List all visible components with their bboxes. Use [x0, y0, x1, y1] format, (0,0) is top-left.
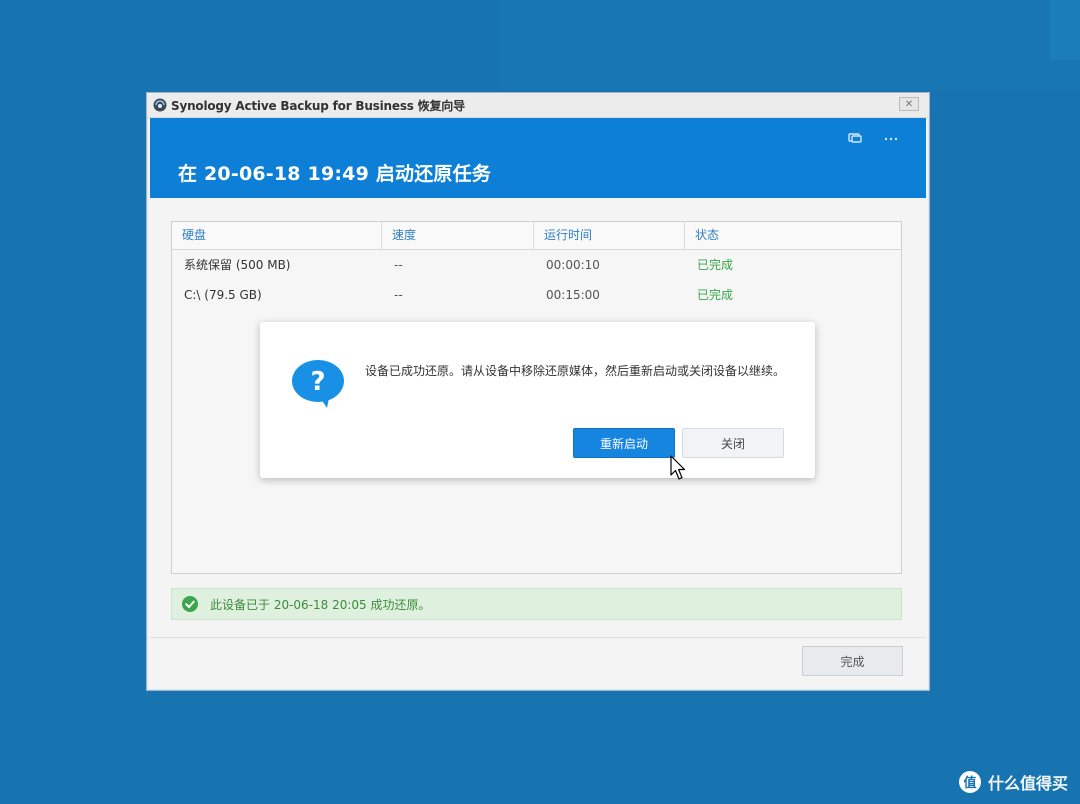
close-icon: ✕: [904, 98, 914, 110]
speed-cell: --: [394, 258, 403, 272]
table-row[interactable]: C:\ (79.5 GB) -- 00:15:00 已完成: [172, 280, 901, 310]
feedback-icon[interactable]: [848, 133, 862, 145]
svg-text:?: ?: [310, 367, 325, 397]
dialog-message: 设备已成功还原。请从设备中移除还原媒体，然后重新启动或关闭设备以继续。: [365, 364, 786, 378]
success-message: 此设备已于 20-06-18 20:05 成功还原。: [210, 597, 431, 612]
task-title: 在 20-06-18 19:49 启动还原任务: [178, 163, 492, 185]
speed-cell: --: [394, 288, 403, 302]
wizard-header: 在 20-06-18 19:49 启动还原任务: [150, 118, 926, 198]
app-logo-icon: [153, 98, 167, 112]
column-header-speed[interactable]: 速度: [382, 222, 534, 249]
runtime-cell: 00:15:00: [546, 288, 600, 302]
restore-complete-dialog: ? 设备已成功还原。请从设备中移除还原媒体，然后重新启动或关闭设备以继续。 重新…: [260, 322, 815, 478]
footer-divider: [150, 637, 926, 638]
column-header-disk[interactable]: 硬盘: [172, 222, 382, 249]
title-bar: Synology Active Backup for Business 恢复向导…: [147, 93, 929, 118]
runtime-cell: 00:00:10: [546, 258, 600, 272]
desktop-band: [1050, 0, 1080, 60]
svg-text:值: 值: [963, 775, 976, 791]
mouse-pointer-icon: [670, 455, 686, 480]
watermark-logo-icon: 值: [958, 771, 981, 793]
done-button[interactable]: 完成: [802, 646, 903, 676]
question-icon: ?: [292, 360, 344, 408]
close-window-button[interactable]: ✕: [899, 97, 919, 111]
watermark-text: 什么值得买: [987, 774, 1068, 793]
column-header-status[interactable]: 状态: [685, 222, 901, 249]
desktop-band: [500, 0, 1080, 90]
window-title: Synology Active Backup for Business 恢复向导: [171, 98, 465, 113]
close-button[interactable]: 关闭: [682, 428, 784, 458]
status-cell: 已完成: [697, 288, 734, 302]
watermark: 值 什么值得买: [958, 770, 1068, 794]
restart-button[interactable]: 重新启动: [573, 428, 675, 458]
status-cell: 已完成: [697, 258, 734, 272]
disk-cell: 系统保留 (500 MB): [184, 258, 291, 272]
table-header: 硬盘 速度 运行时间 状态: [172, 222, 901, 250]
column-header-runtime[interactable]: 运行时间: [534, 222, 685, 249]
restore-success-banner: 此设备已于 20-06-18 20:05 成功还原。: [171, 588, 902, 620]
disk-cell: C:\ (79.5 GB): [184, 288, 262, 302]
success-check-icon: [182, 596, 198, 612]
table-row[interactable]: 系统保留 (500 MB) -- 00:00:10 已完成: [172, 250, 901, 280]
more-options-icon[interactable]: [884, 137, 898, 141]
